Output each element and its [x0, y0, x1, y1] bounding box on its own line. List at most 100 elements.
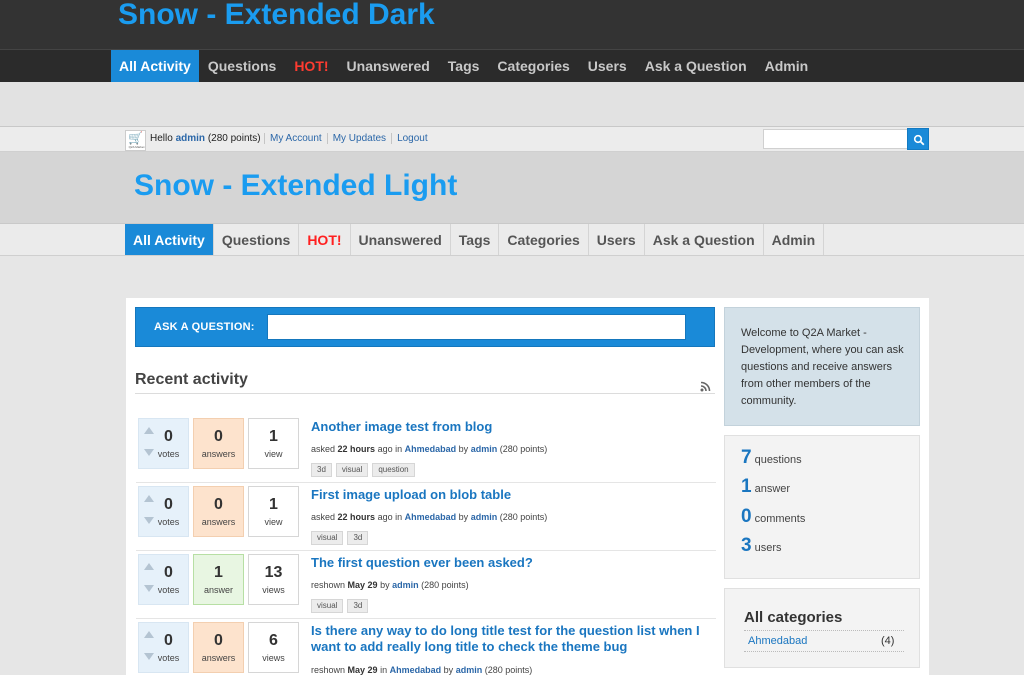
dark-site-title[interactable]: Snow - Extended Dark	[118, 0, 435, 33]
dark-nav-users[interactable]: Users	[579, 50, 636, 82]
light-nav-users[interactable]: Users	[589, 224, 645, 255]
stat-label: comments	[754, 513, 806, 525]
divider	[135, 393, 715, 394]
light-main-nav: All Activity Questions HOT! Unanswered Tags C…	[0, 223, 1024, 256]
light-nav-hot[interactable]: HOT!	[299, 224, 351, 255]
light-nav-categories[interactable]: Categories	[499, 224, 589, 255]
vote-up-icon[interactable]	[144, 495, 154, 502]
vote-down-icon[interactable]	[144, 449, 154, 456]
vote-down-icon[interactable]	[144, 653, 154, 660]
site-stats: 7 questions 1 answer 0 comments 3 users	[724, 435, 920, 579]
answer-count: 0	[214, 496, 223, 513]
vote-count: 0	[164, 428, 173, 445]
stat-questions: 7 questions	[741, 447, 802, 469]
light-nav-tags[interactable]: Tags	[451, 224, 500, 255]
tag-link[interactable]: 3d	[347, 599, 369, 613]
categories-title[interactable]: All categories	[744, 609, 842, 626]
answer-label: answers	[201, 449, 236, 459]
question-meta: reshown May 29 by admin (280 points)	[311, 580, 469, 590]
vote-up-icon[interactable]	[144, 631, 154, 638]
tag-link[interactable]: 3d	[347, 531, 369, 545]
vote-label: votes	[157, 449, 180, 459]
my-updates-link[interactable]: My Updates	[326, 133, 391, 144]
search-button[interactable]	[907, 128, 929, 150]
stat-users: 3 users	[741, 535, 781, 557]
dark-nav-ask-a-question[interactable]: Ask a Question	[636, 50, 756, 82]
answer-count-box: 1 answer	[193, 554, 244, 605]
view-label: views	[262, 585, 285, 595]
dark-nav-unanswered[interactable]: Unanswered	[338, 50, 439, 82]
stat-comments: 0 comments	[741, 506, 805, 528]
answer-count: 1	[214, 564, 223, 581]
dark-nav-tags[interactable]: Tags	[439, 50, 489, 82]
search-input[interactable]	[763, 129, 908, 149]
dark-nav-hot[interactable]: HOT!	[285, 50, 337, 82]
q-category-link[interactable]: Ahmedabad	[390, 665, 442, 675]
tag-link[interactable]: question	[372, 463, 415, 477]
vote-box: 0 votes	[138, 622, 189, 673]
q-user-points: (280 points)	[499, 444, 548, 454]
q-ago: ago in	[377, 512, 403, 522]
question-title-link[interactable]: The first question ever been asked?	[311, 555, 711, 571]
rss-feed-icon[interactable]	[700, 381, 711, 392]
question-title-link[interactable]: Another image test from blog	[311, 419, 711, 435]
q-user-link[interactable]: admin	[471, 512, 498, 522]
tag-link[interactable]: visual	[335, 463, 369, 477]
q-user-link[interactable]: admin	[456, 665, 483, 675]
divider	[744, 630, 904, 631]
vote-down-icon[interactable]	[144, 517, 154, 524]
q-user-points: (280 points)	[499, 512, 548, 522]
search-icon	[913, 134, 925, 146]
light-nav-questions[interactable]: Questions	[214, 224, 300, 255]
q-when: 22 hours	[337, 512, 376, 522]
username-link[interactable]: admin	[176, 133, 205, 144]
tag-link[interactable]: 3d	[311, 463, 332, 477]
light-site-title[interactable]: Snow - Extended Light	[134, 169, 457, 203]
question-meta: asked 22 hours ago in Ahmedabad by admin…	[311, 512, 547, 522]
category-link[interactable]: Ahmedabad	[748, 635, 807, 647]
tag-link[interactable]: visual	[311, 531, 344, 545]
q-action: asked	[311, 444, 336, 454]
answer-count-box: 0 answers	[193, 486, 244, 537]
stat-answers: 1 answer	[741, 476, 790, 498]
question-meta: reshown May 29 in Ahmedabad by admin (28…	[311, 665, 532, 675]
view-count: 1	[269, 496, 278, 513]
ask-question-input[interactable]	[267, 314, 686, 340]
welcome-text: Welcome to Q2A Market - Development, whe…	[741, 327, 904, 407]
q-user-link[interactable]: admin	[471, 444, 498, 454]
q-category-link[interactable]: Ahmedabad	[405, 512, 457, 522]
logout-link[interactable]: Logout	[391, 133, 433, 144]
dark-nav-categories[interactable]: Categories	[488, 50, 578, 82]
site-logo[interactable]: 🛒 Q2A Market	[125, 130, 146, 151]
dark-nav-admin[interactable]: Admin	[756, 50, 818, 82]
dark-nav-questions[interactable]: Questions	[199, 50, 285, 82]
q-by: by	[380, 580, 390, 590]
vote-up-icon[interactable]	[144, 427, 154, 434]
light-nav-ask-a-question[interactable]: Ask a Question	[645, 224, 764, 255]
stat-label: questions	[754, 454, 802, 466]
q-by: by	[458, 444, 469, 454]
greeting: Hello admin (280 points)	[150, 133, 261, 144]
question-title-link[interactable]: Is there any way to do long title test f…	[311, 623, 711, 655]
question-list-item: 0 votes 1 answer 13 views The first question e…	[136, 553, 716, 619]
q-user-link[interactable]: admin	[392, 580, 419, 590]
logo-text: Q2A Market	[128, 145, 145, 149]
account-links: My Account My Updates Logout	[264, 133, 433, 144]
cart-icon: 🛒	[128, 131, 143, 145]
vote-down-icon[interactable]	[144, 585, 154, 592]
question-meta: asked 22 hours ago in Ahmedabad by admin…	[311, 444, 547, 454]
vote-up-icon[interactable]	[144, 563, 154, 570]
tag-link[interactable]: visual	[311, 599, 344, 613]
dark-nav-all-activity[interactable]: All Activity	[111, 50, 199, 82]
light-nav-all-activity[interactable]: All Activity	[125, 224, 214, 255]
q-category-link[interactable]: Ahmedabad	[405, 444, 457, 454]
view-count-box: 6 views	[248, 622, 299, 673]
my-account-link[interactable]: My Account	[264, 133, 327, 144]
view-label: views	[262, 653, 285, 663]
light-nav-admin[interactable]: Admin	[764, 224, 825, 255]
vote-count: 0	[164, 632, 173, 649]
q-by: by	[458, 512, 469, 522]
answer-count-box: 0 answers	[193, 622, 244, 673]
light-nav-unanswered[interactable]: Unanswered	[351, 224, 451, 255]
question-title-link[interactable]: First image upload on blob table	[311, 487, 711, 503]
